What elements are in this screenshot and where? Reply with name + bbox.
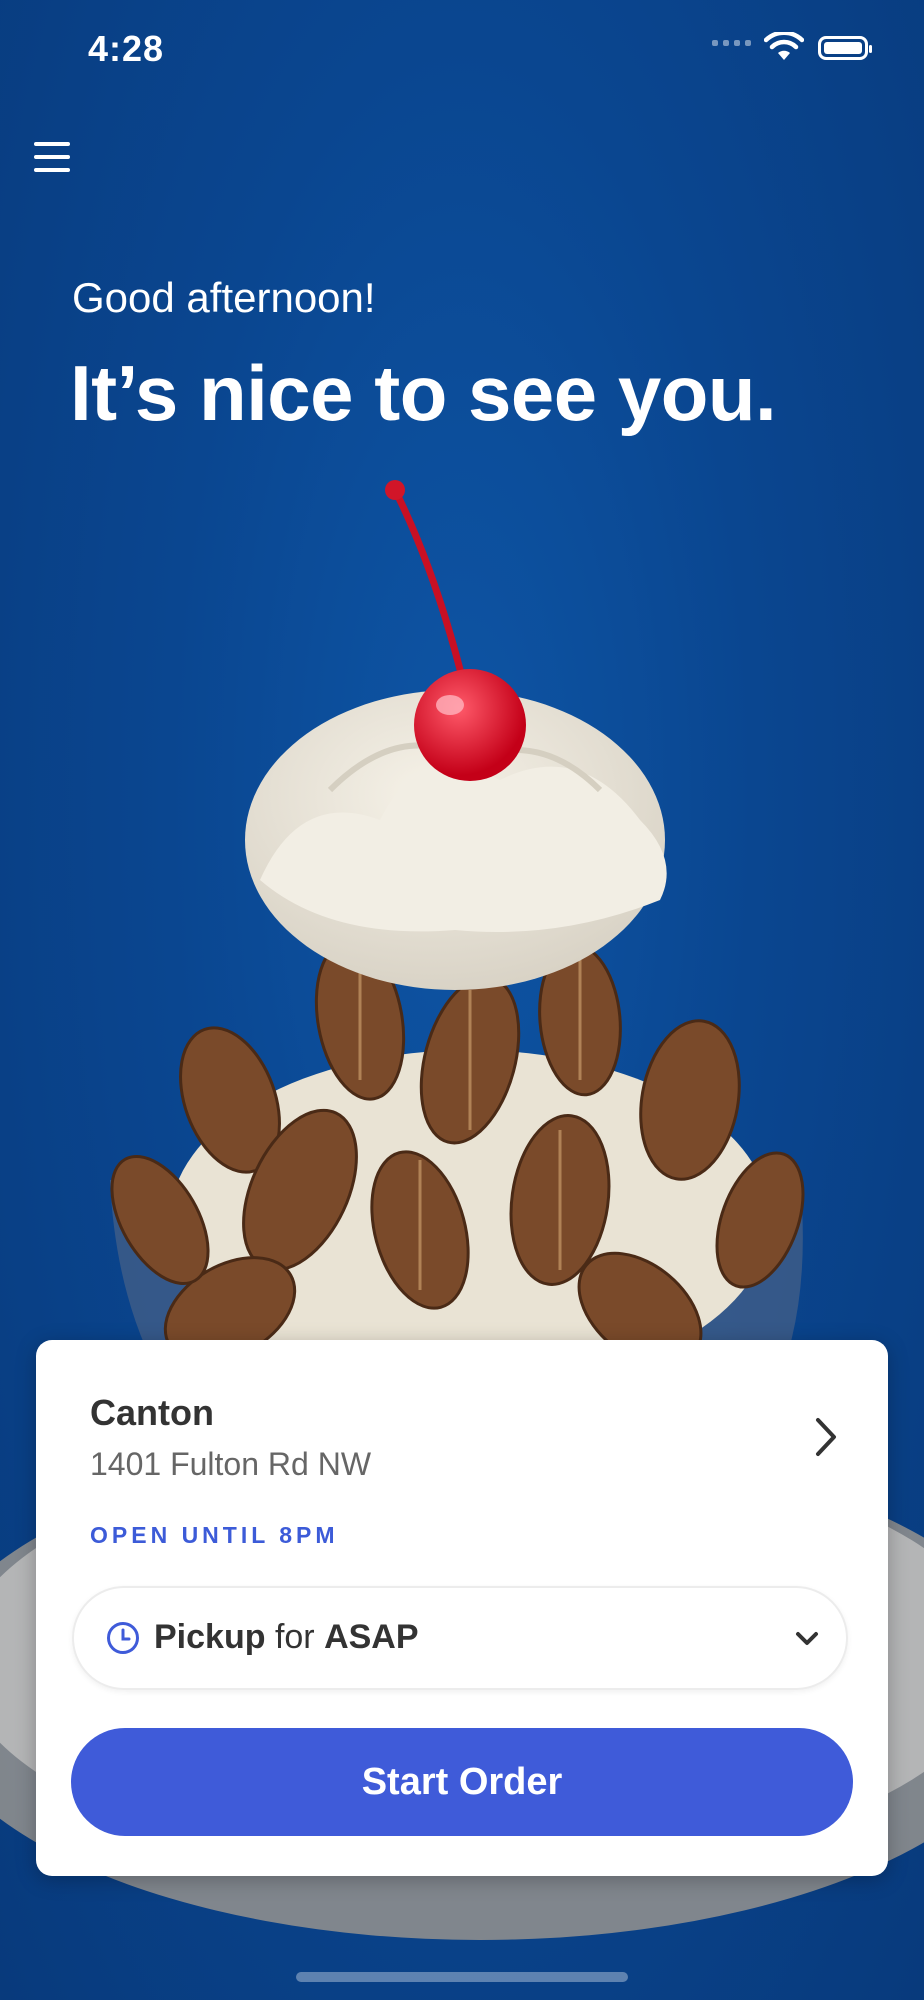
chevron-down-icon: [796, 1632, 818, 1645]
location-name[interactable]: Canton: [90, 1392, 214, 1434]
location-card: Canton 1401 Fulton Rd NW OPEN UNTIL 8PM …: [36, 1340, 888, 1876]
location-address[interactable]: 1401 Fulton Rd NW: [90, 1446, 371, 1483]
order-time: ASAP: [324, 1618, 419, 1656]
order-connector: for: [274, 1618, 315, 1656]
order-mode: Pickup: [154, 1618, 266, 1656]
signal-icon: [712, 40, 751, 46]
pickup-summary: Pickup for ASAP: [154, 1618, 419, 1657]
pickup-time-selector[interactable]: Pickup for ASAP: [72, 1586, 848, 1690]
home-indicator[interactable]: [296, 1972, 628, 1982]
status-time: 4:28: [88, 28, 165, 69]
greeting-text: Good afternoon!: [72, 274, 376, 321]
clock-icon: [107, 1622, 139, 1654]
battery-icon: [818, 36, 872, 60]
hours-text: OPEN UNTIL 8PM: [90, 1522, 339, 1548]
menu-icon[interactable]: [34, 140, 74, 176]
chevron-right-icon[interactable]: [806, 1412, 846, 1462]
wifi-icon: [764, 32, 804, 60]
status-bar: 4:28: [0, 0, 924, 100]
start-order-button[interactable]: Start Order: [71, 1728, 853, 1836]
headline-text: It’s nice to see you.: [70, 349, 777, 437]
